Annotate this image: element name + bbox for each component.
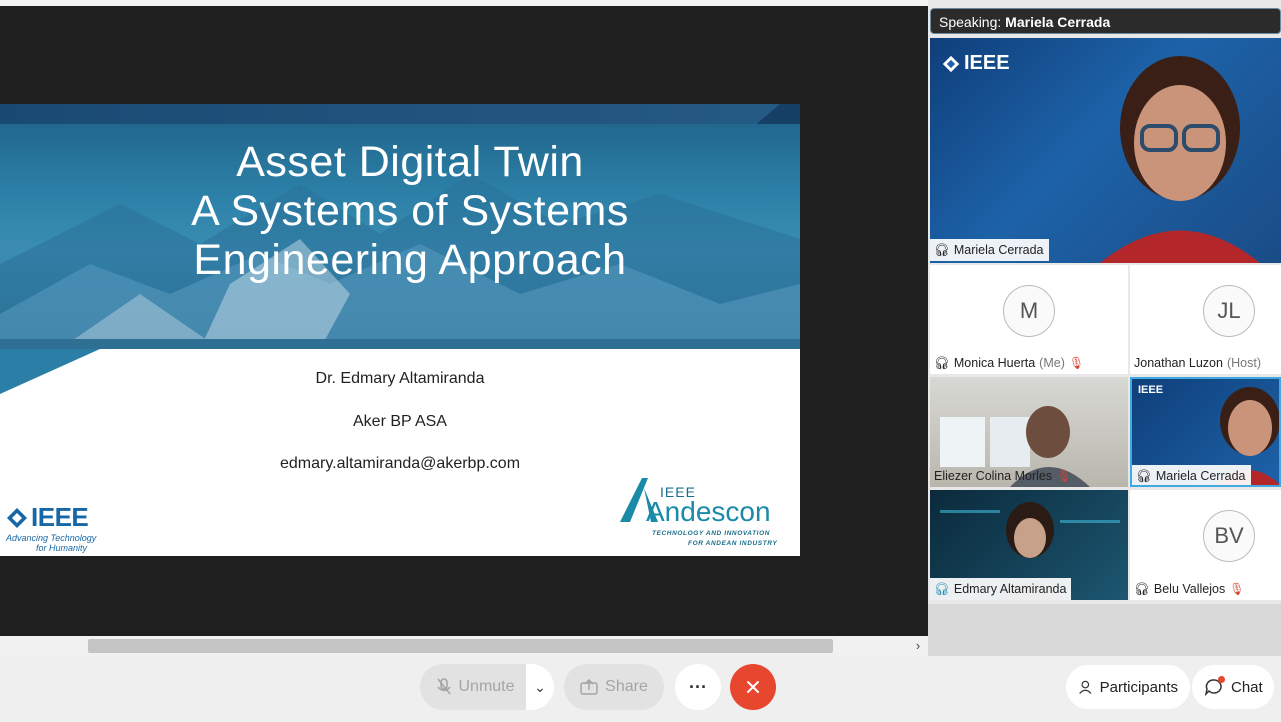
panel-bottom-gap: [928, 604, 1281, 656]
ieee-tagline-1: Advancing Technology: [6, 533, 97, 543]
muted-mic-icon: [437, 678, 452, 695]
slide-banner: Asset Digital Twin A Systems of Systems …: [0, 104, 800, 349]
person-icon: [1079, 680, 1092, 694]
end-call-button[interactable]: [730, 664, 776, 710]
participant-tile-eliezer[interactable]: Eliezer Colina Morles 🎙︎: [930, 377, 1128, 487]
audio-icon: 🎧︎: [934, 582, 950, 596]
close-icon: [747, 681, 759, 693]
participant-name-tag: 🎧︎ Mariela Cerrada: [1132, 465, 1251, 485]
ieee-wordmark: IEEE: [31, 502, 89, 532]
speaking-name: Mariela Cerrada: [1005, 14, 1111, 30]
avatar: JL: [1203, 285, 1255, 337]
meeting-toolbar: Unmute ⌄ Share ··· Participants Chat: [0, 656, 1281, 722]
ieee-diamond-icon: [7, 507, 27, 528]
unread-dot: [1218, 676, 1225, 683]
participants-button[interactable]: Participants: [1066, 665, 1190, 709]
slide-top-strip-accent: [0, 104, 780, 124]
unmute-options-chevron-icon[interactable]: ⌄: [526, 664, 554, 710]
participant-name-tag: Jonathan Luzon (Host): [1134, 356, 1261, 370]
audio-icon: 🎧︎: [1134, 582, 1150, 596]
participant-tile-jonathan[interactable]: JL Jonathan Luzon (Host): [1130, 265, 1281, 374]
participant-name-tag: 🎧︎ Edmary Altamiranda: [930, 578, 1072, 600]
avatar: M: [1003, 285, 1055, 337]
slide-title-line-1: Asset Digital Twin: [236, 138, 584, 186]
speaking-indicator: Speaking: Mariela Cerrada: [930, 8, 1281, 34]
slide-author: Dr. Edmary Altamiranda: [315, 370, 485, 387]
andescon-name: Andescon: [646, 496, 771, 527]
scrollbar-thumb[interactable]: [88, 639, 833, 653]
audio-icon: 🎧︎: [934, 243, 950, 257]
ieee-diamond-icon: [942, 55, 960, 72]
ieee-tagline-2: for Humanity: [36, 543, 88, 553]
avatar: BV: [1203, 510, 1255, 562]
andescon-sub-2: FOR ANDEAN INDUSTRY: [688, 540, 778, 547]
andescon-logo: IEEE Andescon TECHNOLOGY AND INNOVATION …: [618, 474, 788, 552]
slide-title: Asset Digital Twin A Systems of Systems …: [0, 138, 800, 285]
share-icon: [580, 679, 598, 695]
horizontal-scrollbar[interactable]: ›: [0, 636, 928, 656]
participant-tile-mariela[interactable]: IEEE 🎧︎ Mariela Cerrada: [1130, 377, 1281, 487]
slide-email: edmary.altamiranda@akerbp.com: [279, 455, 521, 472]
active-speaker-video[interactable]: IEEE 🎧︎ Mariela Cerrada: [930, 38, 1281, 263]
more-options-button[interactable]: ···: [675, 664, 721, 710]
video-ieee-logo: IEEE: [942, 52, 1010, 75]
muted-mic-icon: 🎙︎: [1229, 582, 1245, 596]
chat-icon: [1204, 676, 1225, 697]
tile-ieee-logo: IEEE: [1138, 384, 1164, 396]
slide-company: Aker BP ASA: [353, 413, 447, 430]
audio-icon: 🎧︎: [934, 356, 950, 370]
chat-button[interactable]: Chat: [1192, 665, 1274, 709]
speaker-name-tag: 🎧︎ Mariela Cerrada: [930, 239, 1049, 261]
participant-name-tag: 🎧︎ Monica Huerta (Me) 🎙︎: [930, 352, 1089, 374]
participant-tile-monica[interactable]: M 🎧︎ Monica Huerta (Me) 🎙︎: [930, 265, 1128, 374]
scroll-right-icon[interactable]: ›: [910, 636, 926, 656]
participant-tile-edmary[interactable]: 🎧︎ Edmary Altamiranda: [930, 490, 1128, 600]
slide-divider-shape: [0, 339, 800, 394]
audio-icon: 🎧︎: [1136, 469, 1152, 483]
participant-tile-belu[interactable]: BV 🎧︎ Belu Vallejos 🎙︎: [1130, 490, 1281, 600]
slide-title-line-2: A Systems of Systems: [191, 187, 629, 235]
muted-mic-icon: 🎙︎: [1056, 469, 1072, 483]
muted-mic-icon: 🎙︎: [1068, 356, 1085, 370]
speaker-person-image: [1100, 56, 1260, 263]
presentation-slide: Asset Digital Twin A Systems of Systems …: [0, 104, 800, 556]
unmute-button[interactable]: Unmute: [420, 664, 532, 710]
participant-name-tag: Eliezer Colina Morles 🎙︎: [930, 465, 1076, 487]
andescon-sub-1: TECHNOLOGY AND INNOVATION: [652, 530, 771, 537]
ieee-logo: IEEE Advancing Technology for Humanity: [6, 502, 116, 553]
speaking-prefix: Speaking:: [939, 14, 1002, 30]
share-button[interactable]: Share: [564, 664, 664, 710]
participant-name-tag: 🎧︎ Belu Vallejos 🎙︎: [1130, 578, 1249, 600]
slide-title-line-3: Engineering Approach: [193, 236, 627, 284]
